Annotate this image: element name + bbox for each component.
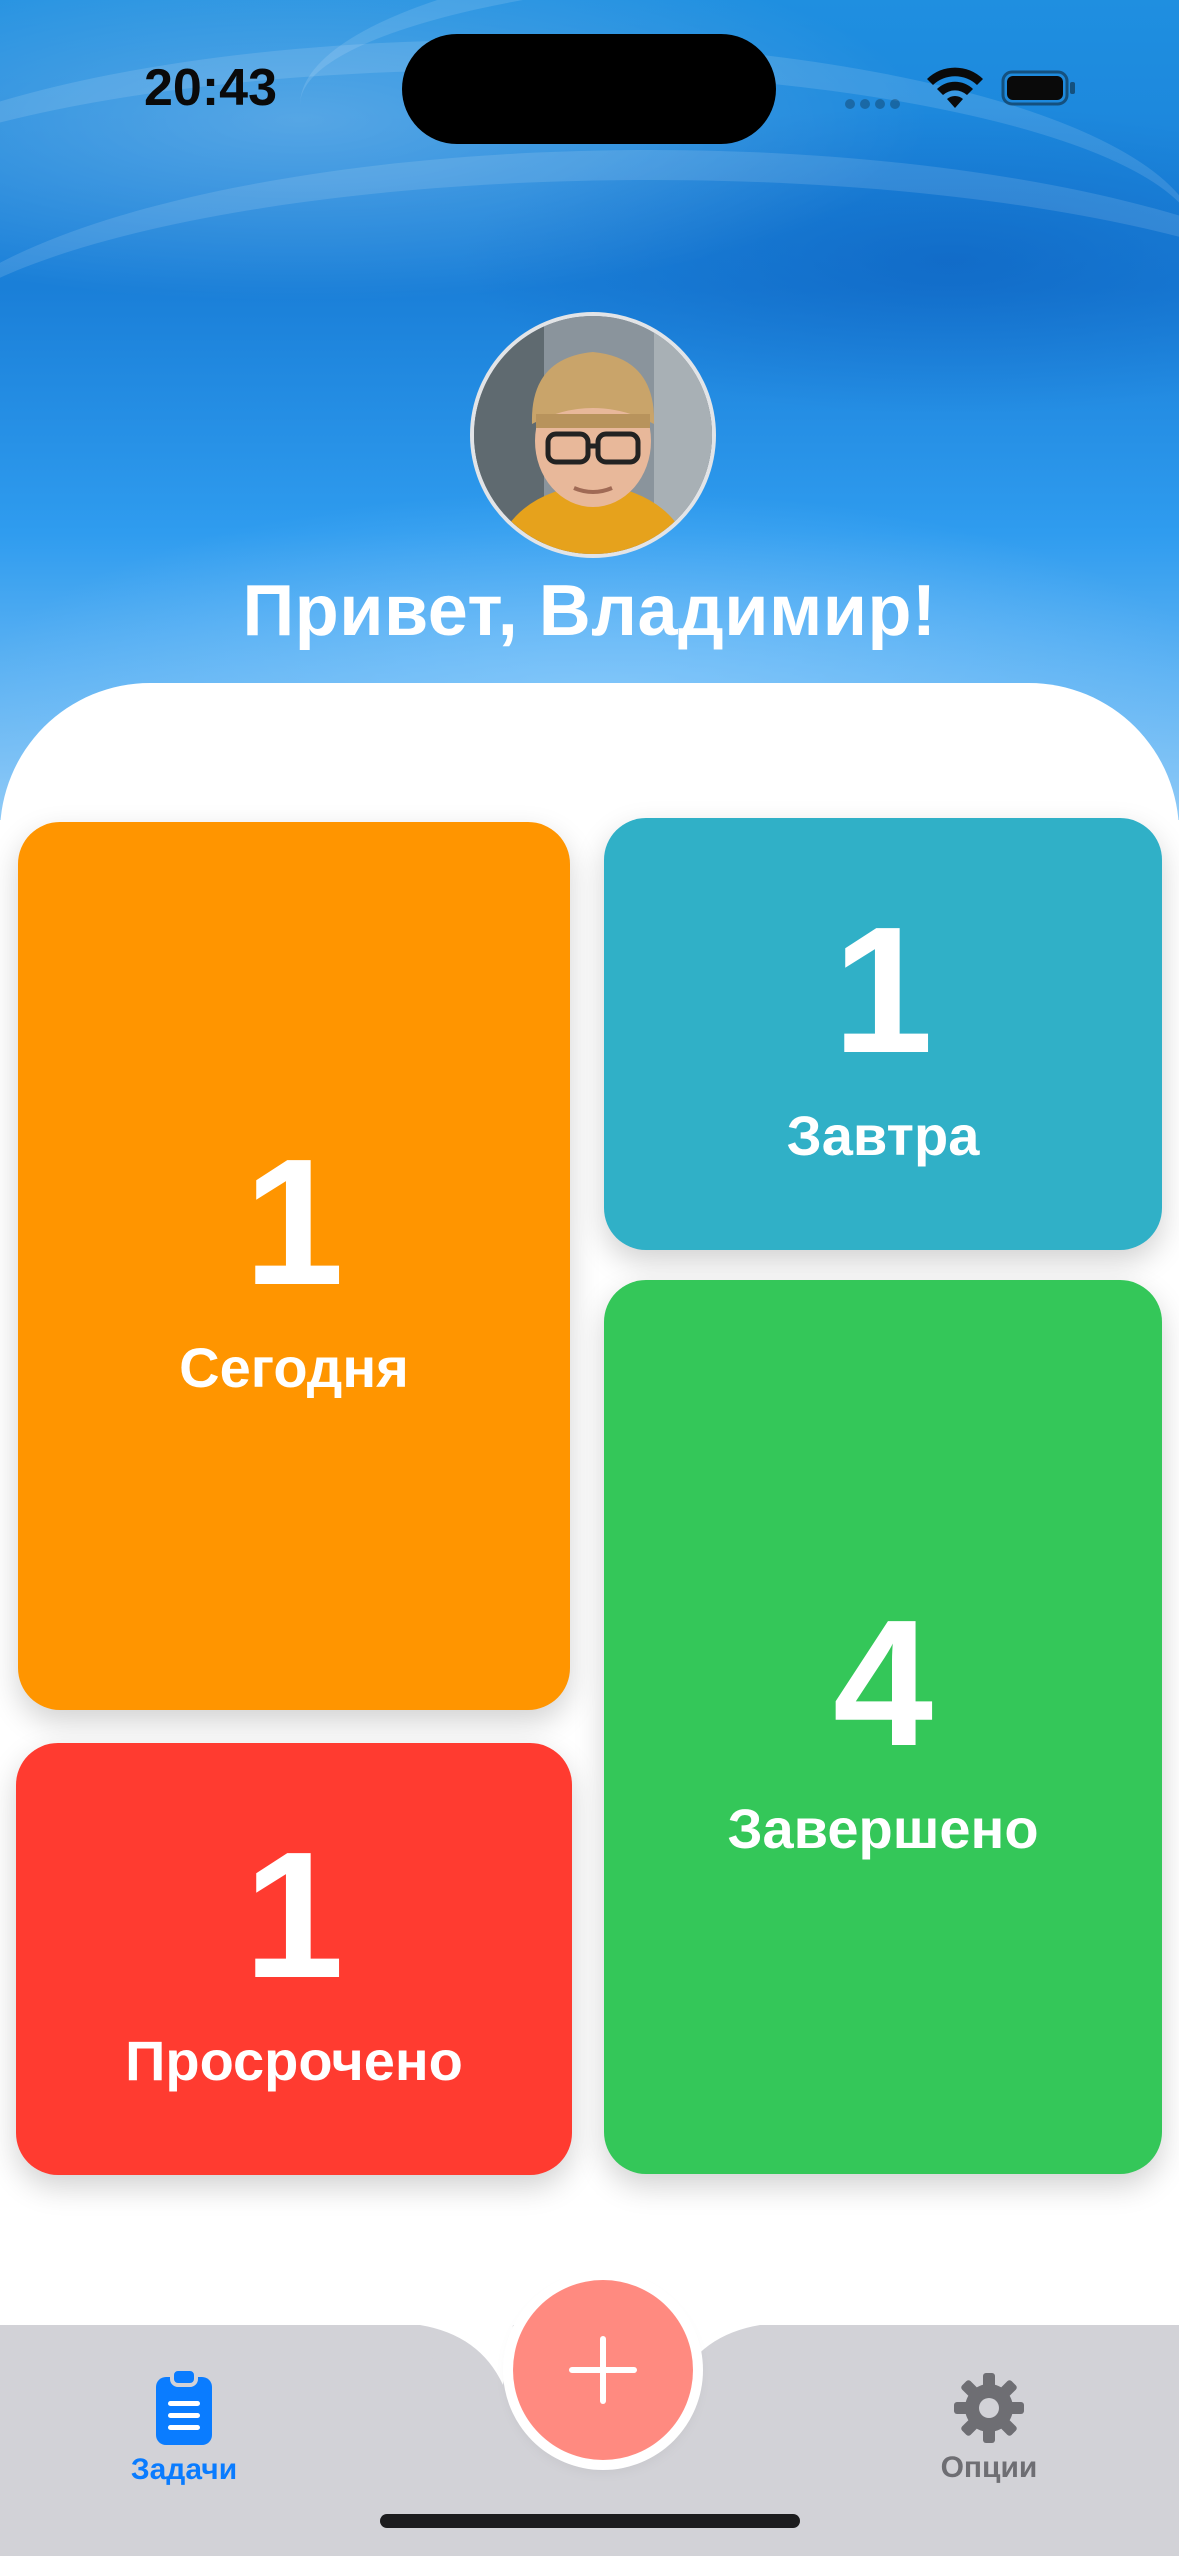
- tile-overdue[interactable]: 1 Просрочено: [16, 1743, 572, 2175]
- clipboard-icon: [156, 2367, 212, 2445]
- home-indicator: [380, 2514, 800, 2528]
- today-label: Сегодня: [179, 1335, 409, 1399]
- tomorrow-label: Завтра: [786, 1103, 980, 1167]
- status-time: 20:43: [144, 59, 277, 117]
- status-icons: [845, 60, 1085, 116]
- greeting-title: Привет, Владимир!: [242, 571, 937, 651]
- today-count: 1: [243, 1121, 345, 1323]
- gear-icon: [954, 2373, 1024, 2443]
- wifi-icon: [927, 67, 983, 108]
- add-task-button[interactable]: [513, 2280, 693, 2460]
- dynamic-island: [402, 34, 776, 144]
- tab-options[interactable]: Опции: [909, 2371, 1069, 2485]
- tab-options-label: Опции: [940, 2451, 1038, 2484]
- avatar-photo: [474, 316, 712, 554]
- tile-today[interactable]: 1 Сегодня: [18, 822, 570, 1710]
- completed-count: 4: [832, 1582, 934, 1784]
- signal-dots-icon: [845, 96, 905, 109]
- battery-icon: [1001, 70, 1075, 106]
- avatar[interactable]: [470, 312, 716, 558]
- tile-completed[interactable]: 4 Завершено: [604, 1280, 1162, 2174]
- tile-tomorrow[interactable]: 1 Завтра: [604, 818, 1162, 1250]
- tab-tasks[interactable]: Задачи: [104, 2367, 264, 2487]
- overdue-count: 1: [243, 1814, 345, 2016]
- tab-tasks-label: Задачи: [130, 2453, 238, 2486]
- overdue-label: Просрочено: [125, 2028, 463, 2092]
- plus-icon: [569, 2336, 637, 2404]
- completed-label: Завершено: [727, 1796, 1039, 1860]
- tomorrow-count: 1: [832, 889, 934, 1091]
